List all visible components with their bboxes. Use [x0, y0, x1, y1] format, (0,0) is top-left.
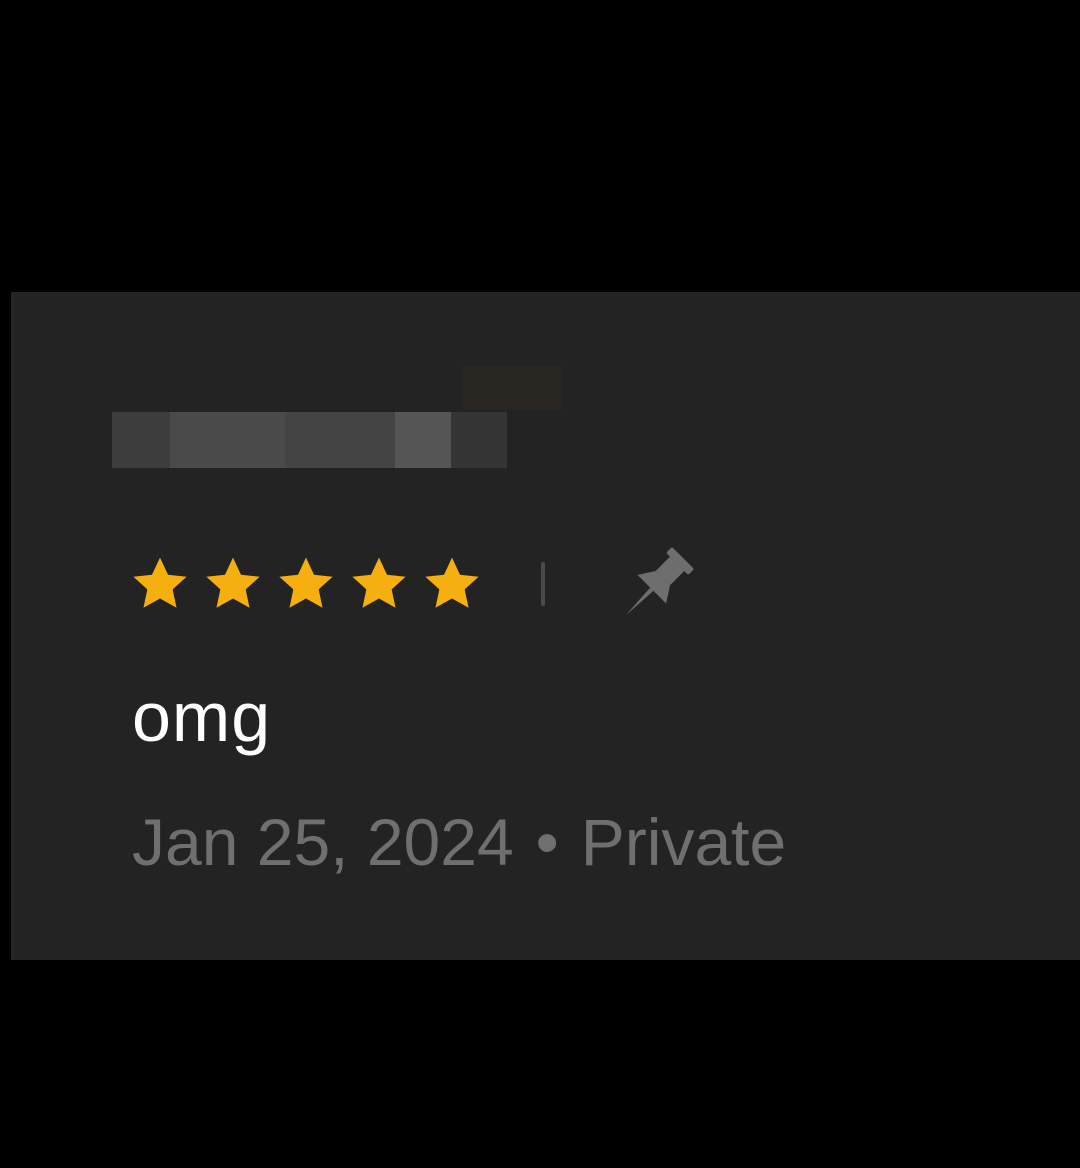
star-icon: [206, 557, 260, 608]
star-rating: [129, 553, 483, 615]
meta-separator: •: [535, 805, 559, 879]
star-icon: [279, 557, 333, 608]
review-date: Jan 25, 2024: [132, 805, 514, 879]
review-meta: Jan 25, 2024 • Private: [132, 804, 786, 880]
review-card: omg Jan 25, 2024 • Private: [11, 292, 1080, 960]
star-icon: [133, 557, 187, 608]
star-icon: [352, 557, 406, 608]
redacted-reviewer-name: [112, 367, 564, 469]
visibility-label: Private: [580, 805, 787, 879]
rating-row: [129, 544, 703, 624]
vertical-divider: [541, 562, 545, 606]
star-icon: [425, 557, 479, 608]
pin-icon[interactable]: [611, 538, 703, 630]
review-text: omg: [132, 678, 272, 756]
